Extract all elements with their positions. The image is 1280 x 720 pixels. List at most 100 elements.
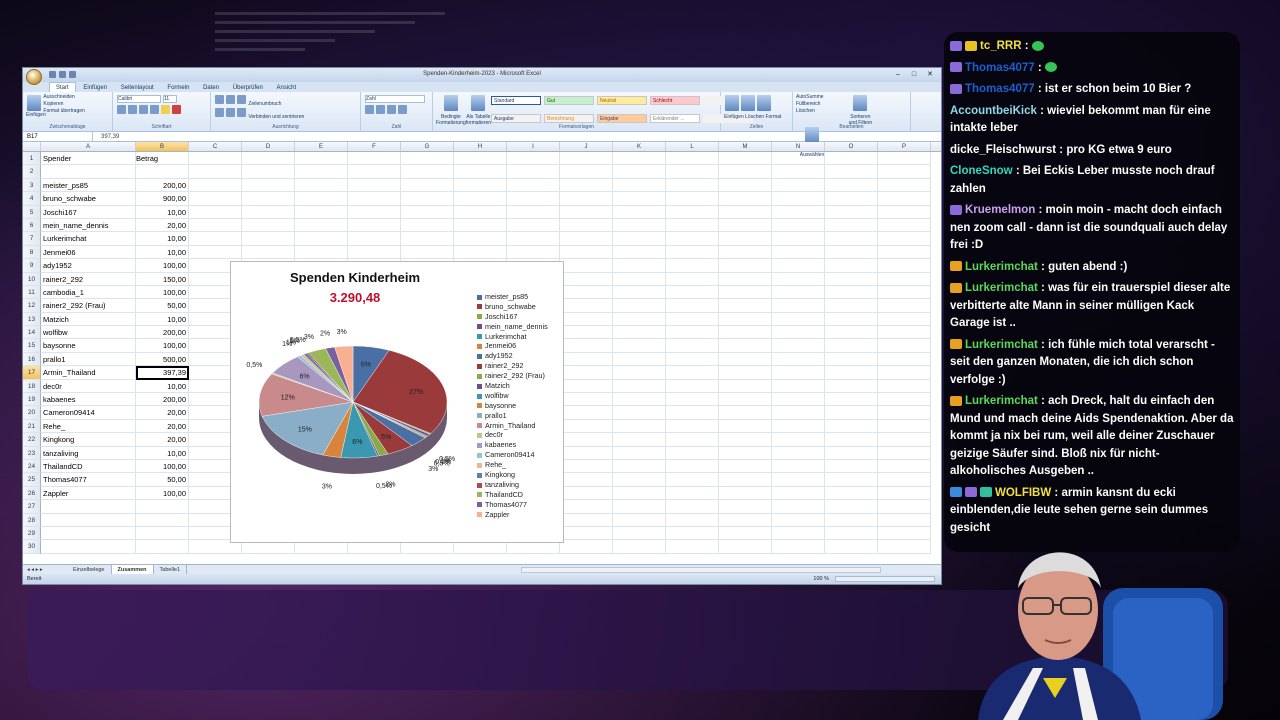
cell[interactable] bbox=[772, 419, 825, 434]
cell[interactable] bbox=[613, 312, 666, 327]
cell[interactable] bbox=[454, 205, 507, 219]
cell[interactable] bbox=[295, 205, 348, 219]
cell[interactable] bbox=[189, 192, 242, 206]
cell[interactable] bbox=[189, 152, 242, 166]
column-header[interactable]: L bbox=[666, 142, 719, 151]
cell[interactable] bbox=[772, 218, 825, 233]
cell-spender[interactable]: Cameron09414 bbox=[41, 406, 136, 420]
cell[interactable] bbox=[772, 540, 825, 554]
cell[interactable] bbox=[666, 486, 719, 501]
cell[interactable] bbox=[348, 218, 401, 233]
font-color-icon[interactable] bbox=[172, 105, 181, 114]
cell[interactable] bbox=[825, 205, 878, 219]
cell-spender[interactable]: dec0r bbox=[41, 379, 136, 394]
row-number[interactable]: 19 bbox=[23, 393, 41, 407]
cell[interactable] bbox=[560, 366, 613, 380]
number-format-select[interactable]: Zahl bbox=[365, 95, 425, 103]
row-number[interactable]: 16 bbox=[23, 352, 41, 367]
cell[interactable] bbox=[719, 178, 772, 193]
select-all-corner[interactable] bbox=[23, 142, 41, 151]
cell[interactable] bbox=[666, 366, 719, 380]
cell[interactable] bbox=[825, 526, 878, 541]
cell[interactable] bbox=[719, 285, 772, 300]
pie-chart[interactable]: 6% 27% 0,5% 1% 0,5% 0,5% 3% 5% 2% 0,5% 6% 3% 15% 12% 0… bbox=[230, 261, 564, 543]
horizontal-scrollbar[interactable] bbox=[521, 566, 881, 573]
cell[interactable] bbox=[560, 205, 613, 219]
row-number[interactable]: 25 bbox=[23, 473, 41, 487]
cell[interactable] bbox=[613, 192, 666, 206]
cell[interactable] bbox=[560, 379, 613, 394]
cell-betrag[interactable] bbox=[136, 513, 189, 527]
cell[interactable] bbox=[348, 245, 401, 260]
cell-betrag[interactable]: 10,00 bbox=[136, 245, 189, 260]
cell[interactable] bbox=[613, 473, 666, 487]
cell[interactable] bbox=[560, 433, 613, 447]
cell-betrag[interactable]: 200,00 bbox=[136, 178, 189, 193]
column-header[interactable]: K bbox=[613, 142, 666, 151]
cell[interactable] bbox=[878, 473, 931, 487]
chat-username[interactable]: tc_RRR bbox=[980, 40, 1022, 52]
cell[interactable] bbox=[666, 232, 719, 246]
cell[interactable] bbox=[666, 272, 719, 286]
cell[interactable] bbox=[401, 218, 454, 233]
cell[interactable] bbox=[507, 218, 560, 233]
cell[interactable] bbox=[295, 232, 348, 246]
cell-spender[interactable]: Matzich bbox=[41, 312, 136, 327]
column-header[interactable]: C bbox=[189, 142, 242, 151]
cell-betrag[interactable]: 10,00 bbox=[136, 205, 189, 219]
cell[interactable] bbox=[878, 165, 931, 179]
row-number[interactable]: 1 bbox=[23, 152, 41, 166]
cell-betrag[interactable]: 10,00 bbox=[136, 379, 189, 394]
cell[interactable] bbox=[613, 218, 666, 233]
cell[interactable] bbox=[772, 205, 825, 219]
cell[interactable] bbox=[613, 245, 666, 260]
row-number[interactable]: 20 bbox=[23, 406, 41, 420]
cell[interactable] bbox=[719, 326, 772, 340]
cell[interactable] bbox=[825, 446, 878, 460]
column-header[interactable]: E bbox=[295, 142, 348, 151]
percent-icon[interactable] bbox=[376, 105, 385, 114]
cell[interactable] bbox=[666, 473, 719, 487]
row-number[interactable]: 15 bbox=[23, 339, 41, 353]
cell[interactable] bbox=[242, 192, 295, 206]
chat-username[interactable]: Lurkerimchat bbox=[965, 261, 1038, 273]
cell[interactable] bbox=[878, 406, 931, 420]
cell[interactable] bbox=[454, 245, 507, 260]
cell[interactable] bbox=[878, 152, 931, 166]
cell[interactable] bbox=[772, 339, 825, 353]
cell[interactable] bbox=[772, 393, 825, 407]
cell-spender[interactable]: ThailandCD bbox=[41, 459, 136, 474]
cell-betrag[interactable]: 100,00 bbox=[136, 459, 189, 474]
cell[interactable] bbox=[719, 245, 772, 260]
cell[interactable] bbox=[666, 192, 719, 206]
cell-betrag[interactable]: 20,00 bbox=[136, 218, 189, 233]
cell[interactable] bbox=[825, 259, 878, 273]
cell[interactable] bbox=[772, 352, 825, 367]
cell[interactable] bbox=[825, 393, 878, 407]
chat-username[interactable]: Lurkerimchat bbox=[965, 282, 1038, 294]
chat-username[interactable]: Thomas4077 bbox=[965, 62, 1035, 74]
cell[interactable] bbox=[666, 299, 719, 313]
column-header[interactable]: A bbox=[41, 142, 136, 151]
cell[interactable] bbox=[825, 339, 878, 353]
cell[interactable] bbox=[613, 406, 666, 420]
cell[interactable] bbox=[878, 299, 931, 313]
cell[interactable] bbox=[295, 165, 348, 179]
cell[interactable] bbox=[825, 513, 878, 527]
style-ausgabe[interactable]: Ausgabe bbox=[491, 113, 542, 123]
cell[interactable] bbox=[560, 540, 613, 554]
cell[interactable] bbox=[878, 232, 931, 246]
row-number[interactable]: 22 bbox=[23, 433, 41, 447]
cell-spender[interactable]: rainer2_292 bbox=[41, 272, 136, 286]
format-painter-button[interactable]: Format übertragen bbox=[43, 108, 84, 115]
style-standard[interactable]: Standard bbox=[491, 96, 542, 105]
fill-button[interactable]: Füllbereich bbox=[796, 101, 844, 108]
sheet-tab-tabelle1[interactable]: Tabelle1 bbox=[154, 564, 188, 575]
cell[interactable] bbox=[825, 500, 878, 514]
tab-start[interactable]: Start bbox=[49, 82, 76, 92]
cell[interactable] bbox=[666, 352, 719, 367]
cell[interactable] bbox=[878, 218, 931, 233]
cell[interactable] bbox=[242, 178, 295, 193]
column-header[interactable]: B bbox=[136, 142, 189, 151]
underline-icon[interactable] bbox=[139, 105, 148, 114]
